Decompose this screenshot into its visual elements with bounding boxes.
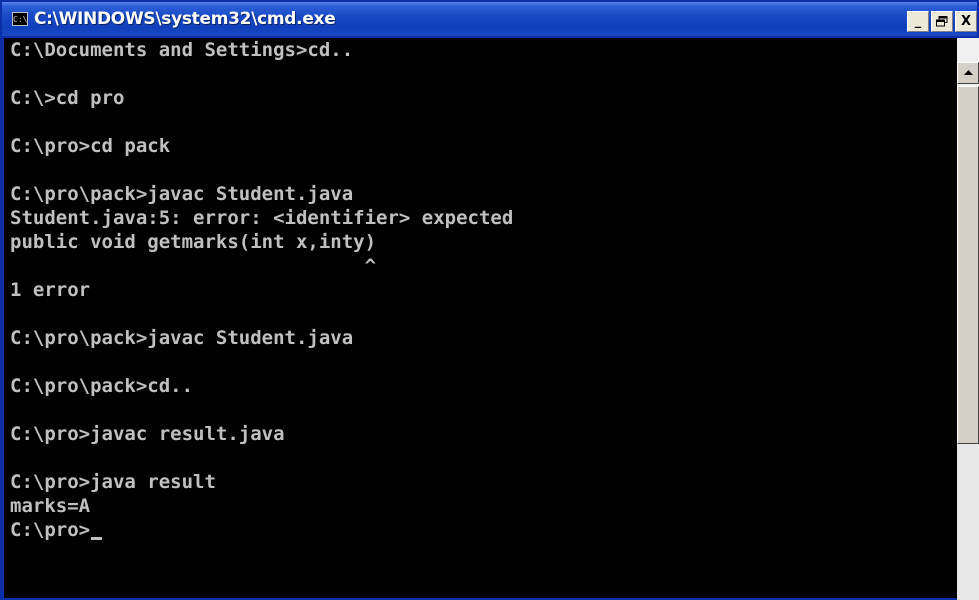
- scroll-track[interactable]: [957, 444, 979, 600]
- vertical-scrollbar[interactable]: [957, 38, 979, 600]
- console-line: 1 error: [10, 279, 91, 301]
- console-line: Student.java:5: error: <identifier> expe…: [10, 207, 514, 229]
- console-line: C:\pro\pack>javac Student.java: [10, 327, 354, 349]
- console-line: C:\pro\pack>javac Student.java: [10, 183, 354, 205]
- console-line: marks=A: [10, 495, 91, 517]
- console-line: C:\pro\pack>cd..: [10, 375, 194, 397]
- maximize-button[interactable]: [931, 11, 953, 32]
- cmd-window: C:\ C:\WINDOWS\system32\cmd.exe _ X C:\D…: [0, 0, 979, 600]
- console-line: C:\pro>javac result.java: [10, 423, 285, 445]
- title-bar[interactable]: C:\ C:\WINDOWS\system32\cmd.exe _ X: [2, 2, 977, 36]
- minimize-button[interactable]: _: [907, 11, 929, 32]
- console-line: C:\Documents and Settings>cd..: [10, 39, 354, 61]
- cmd-icon[interactable]: C:\: [12, 12, 28, 26]
- scroll-up-arrow-icon[interactable]: [957, 62, 979, 84]
- console-line: C:\pro>: [10, 518, 957, 542]
- console-line: C:\>cd pro: [10, 87, 125, 109]
- console-area[interactable]: C:\Documents and Settings>cd.. C:\>cd pro…: [4, 38, 957, 598]
- window-title: C:\WINDOWS\system32\cmd.exe: [34, 9, 336, 29]
- console-line: C:\pro>cd pack: [10, 135, 171, 157]
- title-buttons: _ X: [907, 11, 977, 32]
- console-output: C:\Documents and Settings>cd.. C:\>cd pro…: [4, 38, 957, 542]
- scroll-thumb[interactable]: [957, 86, 979, 444]
- close-button[interactable]: X: [955, 11, 977, 32]
- console-line: public void getmarks(int x,inty): [10, 231, 377, 253]
- console-line: C:\pro>java result: [10, 471, 216, 493]
- restore-icon: [936, 16, 948, 27]
- console-line: ^: [10, 255, 377, 277]
- text-cursor: [91, 537, 103, 540]
